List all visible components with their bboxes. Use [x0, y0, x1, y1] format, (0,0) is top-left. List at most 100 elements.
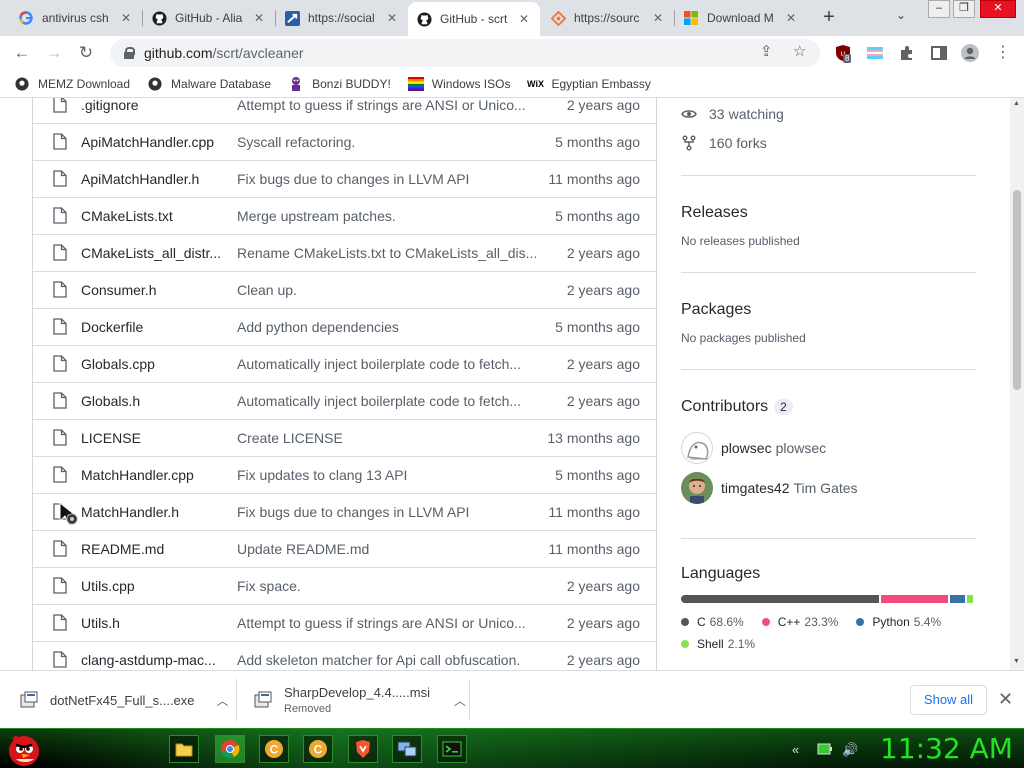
taskbar-brave[interactable]: [348, 735, 378, 763]
file-name-link[interactable]: Dockerfile: [81, 319, 225, 335]
close-icon[interactable]: ✕: [650, 11, 666, 25]
scroll-up-arrow-icon[interactable]: ▲: [1013, 100, 1020, 107]
scrollbar-thumb[interactable]: [1013, 190, 1021, 390]
contributor-row[interactable]: plowsec plowsec: [681, 428, 976, 468]
flag-extension-icon[interactable]: [866, 44, 884, 62]
restore-button[interactable]: ❐: [953, 0, 975, 18]
tab-6[interactable]: Download M ✕: [675, 4, 807, 32]
file-row[interactable]: CMakeLists.txt Merge upstream patches. 5 m…: [33, 197, 656, 234]
file-name-link[interactable]: clang-astdump-mac...: [81, 652, 225, 668]
commit-message-link[interactable]: Rename CMakeLists.txt to CMakeLists_all_…: [237, 245, 537, 261]
commit-message-link[interactable]: Update README.md: [237, 541, 537, 557]
releases-title[interactable]: Releases: [681, 204, 976, 222]
file-row[interactable]: Consumer.h Clean up. 2 years ago: [33, 271, 656, 308]
taskbar-clock[interactable]: 11:32 AM: [880, 732, 1013, 765]
minimize-button[interactable]: –: [928, 0, 950, 18]
file-name-link[interactable]: Utils.h: [81, 615, 225, 631]
contributor-login[interactable]: timgates42: [721, 480, 789, 496]
file-row[interactable]: LICENSE Create LICENSE 13 months ago: [33, 419, 656, 456]
bookmark-memz[interactable]: MEMZ Download: [14, 76, 130, 92]
packages-title[interactable]: Packages: [681, 301, 976, 319]
side-panel-icon[interactable]: [930, 44, 948, 62]
download-item[interactable]: dotNetFx45_Full_s....exe ︿: [20, 679, 229, 721]
file-row[interactable]: Utils.h Attempt to guess if strings are A…: [33, 604, 656, 641]
commit-message-link[interactable]: Attempt to guess if strings are ANSI or …: [237, 615, 537, 631]
new-tab-button[interactable]: +: [817, 6, 841, 30]
file-name-link[interactable]: ApiMatchHandler.h: [81, 171, 225, 187]
tab-search-chevron-icon[interactable]: ⌄: [896, 8, 906, 22]
commit-message-link[interactable]: Syscall refactoring.: [237, 134, 537, 150]
tab-2[interactable]: GitHub - Alia ✕: [143, 4, 275, 32]
file-row[interactable]: clang-astdump-mac... Add skeleton matcher…: [33, 641, 656, 670]
forward-button[interactable]: →: [42, 41, 66, 65]
commit-message-link[interactable]: Merge upstream patches.: [237, 208, 537, 224]
profile-avatar-icon[interactable]: [961, 44, 979, 62]
file-name-link[interactable]: Globals.cpp: [81, 356, 225, 372]
close-icon[interactable]: ✕: [783, 11, 799, 25]
file-row[interactable]: Utils.cpp Fix space. 2 years ago: [33, 567, 656, 604]
file-name-link[interactable]: MatchHandler.cpp: [81, 467, 225, 483]
file-row[interactable]: .gitignore Attempt to guess if strings ar…: [33, 98, 656, 123]
chevron-up-icon[interactable]: ︿: [217, 692, 229, 709]
language-item[interactable]: Shell 2.1%: [681, 633, 755, 655]
share-icon[interactable]: ⇪: [760, 42, 773, 60]
bookmark-windows-isos[interactable]: Windows ISOs: [407, 76, 510, 92]
commit-message-link[interactable]: Fix updates to clang 13 API: [237, 467, 537, 483]
language-item[interactable]: C 68.6%: [681, 611, 744, 633]
file-name-link[interactable]: CMakeLists_all_distr...: [81, 245, 225, 261]
file-row[interactable]: Globals.h Automatically inject boilerplat…: [33, 382, 656, 419]
file-name-link[interactable]: CMakeLists.txt: [81, 208, 225, 224]
start-button[interactable]: [4, 729, 44, 768]
taskbar-app-c1[interactable]: C: [259, 735, 289, 763]
watching-link[interactable]: 33 watching: [681, 99, 976, 128]
reload-button[interactable]: ↻: [74, 41, 98, 65]
avatar[interactable]: [681, 472, 713, 504]
file-row[interactable]: Dockerfile Add python dependencies 5 month…: [33, 308, 656, 345]
commit-message-link[interactable]: Create LICENSE: [237, 430, 537, 446]
close-icon[interactable]: ✕: [251, 11, 267, 25]
bookmark-malware-database[interactable]: Malware Database: [147, 76, 271, 92]
bookmark-egyptian-embassy[interactable]: WiX Egyptian Embassy: [527, 76, 651, 92]
language-item[interactable]: C++ 23.3%: [761, 611, 838, 633]
scroll-down-arrow-icon[interactable]: ▼: [1013, 658, 1020, 665]
file-row[interactable]: ApiMatchHandler.h Fix bugs due to changes…: [33, 160, 656, 197]
contributors-title[interactable]: Contributors: [681, 398, 768, 415]
ublock-extension-icon[interactable]: u 8: [834, 44, 852, 63]
download-item[interactable]: SharpDevelop_4.4.....msi Removed ︿: [254, 679, 466, 721]
back-button[interactable]: ←: [10, 41, 34, 65]
close-icon[interactable]: ✕: [384, 11, 400, 25]
commit-message-link[interactable]: Fix bugs due to changes in LLVM API: [237, 171, 537, 187]
file-name-link[interactable]: Utils.cpp: [81, 578, 225, 594]
chevron-up-icon[interactable]: ︿: [454, 692, 466, 709]
commit-message-link[interactable]: Clean up.: [237, 282, 537, 298]
taskbar-chrome[interactable]: [215, 735, 245, 763]
language-item[interactable]: Python 5.4%: [856, 611, 941, 633]
commit-message-link[interactable]: Add python dependencies: [237, 319, 537, 335]
file-name-link[interactable]: .gitignore: [81, 98, 225, 113]
page-scrollbar[interactable]: ▲ ▼: [1010, 98, 1024, 670]
battery-icon[interactable]: [817, 742, 833, 759]
extensions-puzzle-icon[interactable]: [898, 44, 916, 62]
close-icon[interactable]: ✕: [998, 689, 1013, 710]
taskbar-app-network[interactable]: [392, 735, 422, 763]
tab-5[interactable]: https://sourc ✕: [542, 4, 674, 32]
file-name-link[interactable]: ApiMatchHandler.cpp: [81, 134, 225, 150]
file-row[interactable]: ApiMatchHandler.cpp Syscall refactoring. 5…: [33, 123, 656, 160]
address-bar[interactable]: github.com/scrt/avcleaner: [110, 39, 820, 67]
lock-icon[interactable]: [124, 47, 135, 59]
bookmark-star-icon[interactable]: ☆: [793, 42, 806, 60]
commit-message-link[interactable]: Automatically inject boilerplate code to…: [237, 393, 537, 409]
tab-1[interactable]: antivirus csh ✕: [10, 4, 142, 32]
commit-message-link[interactable]: Add skeleton matcher for Api call obfusc…: [237, 652, 537, 668]
file-name-link[interactable]: LICENSE: [81, 430, 225, 446]
taskbar-app-c2[interactable]: C: [303, 735, 333, 763]
avatar[interactable]: [681, 432, 713, 464]
commit-message-link[interactable]: Attempt to guess if strings are ANSI or …: [237, 98, 537, 113]
close-icon[interactable]: ✕: [516, 12, 532, 26]
menu-kebab-icon[interactable]: ⋮: [994, 44, 1012, 62]
tab-3[interactable]: https://social ✕: [276, 4, 408, 32]
file-name-link[interactable]: Globals.h: [81, 393, 225, 409]
commit-message-link[interactable]: Automatically inject boilerplate code to…: [237, 356, 537, 372]
taskbar-explorer[interactable]: [169, 735, 199, 763]
file-row[interactable]: MatchHandler.h Fix bugs due to changes in…: [33, 493, 656, 530]
